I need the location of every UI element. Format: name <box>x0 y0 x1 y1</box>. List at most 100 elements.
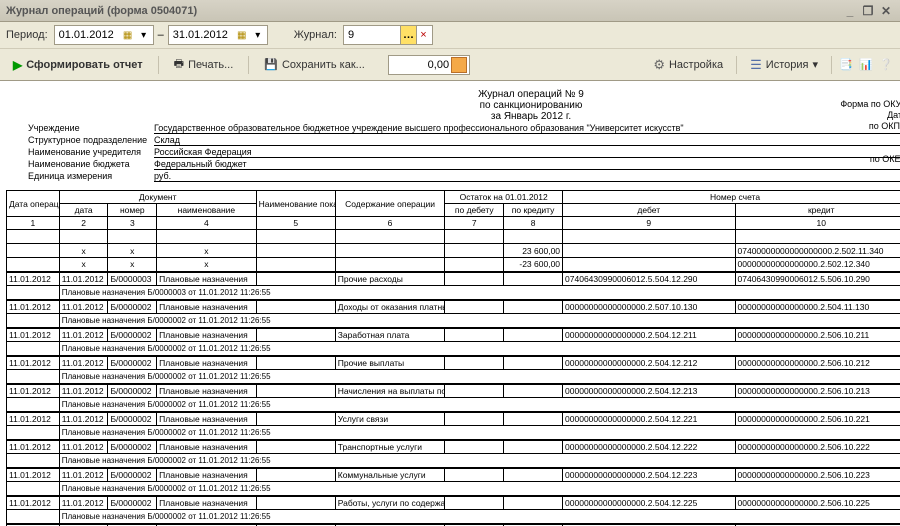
print-label: Печать... <box>188 59 233 71</box>
table-cell: Б/0000002 <box>108 496 157 510</box>
dropdown-icon[interactable]: ▾ <box>137 28 151 42</box>
journal-input[interactable] <box>346 29 398 41</box>
table-cell: Плановые назначения <box>157 300 256 314</box>
table-cell: 07400000000000000000.2.502.11.340 <box>735 244 900 258</box>
calendar-icon[interactable]: ▦ <box>235 28 249 42</box>
table-cell <box>445 230 504 244</box>
date-to-input[interactable] <box>171 29 233 41</box>
table-cell: 11.01.2012 <box>59 412 108 426</box>
table-cell <box>7 370 60 384</box>
calendar-icon[interactable]: ▦ <box>121 28 135 42</box>
col-doc-name: наименование <box>157 204 256 217</box>
table-cell: Транспортные услуги <box>335 440 445 454</box>
save-as-button[interactable]: 💾 Сохранить как... <box>257 55 372 74</box>
table-cell: x <box>59 258 108 272</box>
date-to-field[interactable]: ▦ ▾ <box>168 25 268 45</box>
journal-field[interactable]: … × <box>343 25 433 45</box>
table-cell <box>445 244 504 258</box>
table-cell <box>7 454 60 468</box>
ellipsis-button[interactable]: … <box>400 26 416 44</box>
minimize-button[interactable]: _ <box>842 4 858 18</box>
settings-label: Настройка <box>669 59 723 71</box>
col-document: Документ <box>59 191 256 204</box>
dropdown-icon[interactable]: ▾ <box>251 28 265 42</box>
close-button[interactable]: ✕ <box>878 4 894 18</box>
table-cell <box>504 230 563 244</box>
table-cell: Плановые назначения Б/0000002 от 11.01.2… <box>59 342 900 356</box>
table-cell: 00000000000000000.2.504.12.211 <box>563 328 735 342</box>
table-cell <box>256 300 335 314</box>
col-num: 3 <box>108 217 157 230</box>
table-cell: 11.01.2012 <box>59 272 108 286</box>
table-cell <box>7 258 60 272</box>
amount-input[interactable] <box>391 59 451 71</box>
calculator-icon[interactable] <box>451 57 467 73</box>
table-cell <box>504 384 563 398</box>
period-label: Период: <box>6 29 48 41</box>
clear-button[interactable]: × <box>416 26 430 44</box>
table-cell <box>335 244 445 258</box>
table-row: Плановые назначения Б/0000002 от 11.01.2… <box>7 370 900 384</box>
org-label-1: Учреждение <box>28 123 148 134</box>
okud-label: Форма по ОКУД <box>838 99 900 110</box>
col-acc-debit: дебет <box>563 204 735 217</box>
table-cell: -23 600,00 <box>504 258 563 272</box>
date-from-field[interactable]: ▦ ▾ <box>54 25 154 45</box>
table-cell <box>157 230 256 244</box>
col-num: 8 <box>504 217 563 230</box>
maximize-button[interactable]: ❐ <box>860 4 876 18</box>
tool-icon-2[interactable]: 📊 <box>858 57 874 73</box>
table-cell: 11.01.2012 <box>59 356 108 370</box>
table-cell: Плановые назначения Б/0000003 от 11.01.2… <box>59 286 900 300</box>
table-cell: Плановые назначения <box>157 412 256 426</box>
table-cell: 00000000000000000.2.506.10.225 <box>735 496 900 510</box>
settings-button[interactable]: ⚙ Настройка <box>646 54 730 76</box>
amount-field[interactable] <box>388 55 470 75</box>
table-cell: Плановые назначения <box>157 328 256 342</box>
table-cell: 00000000000000000.2.502.12.340 <box>735 258 900 272</box>
col-account: Номер счета <box>563 191 900 204</box>
table-cell <box>445 356 504 370</box>
table-cell: 07406430990006012.5.504.12.290 <box>563 272 735 286</box>
operations-table: Дата операции Документ Наименование пока… <box>6 190 900 526</box>
table-cell <box>256 356 335 370</box>
table-cell: 11.01.2012 <box>7 328 60 342</box>
org-value-2: Склад <box>154 135 900 146</box>
col-acc-credit: кредит <box>735 204 900 217</box>
print-button[interactable]: 🖶 Печать... <box>167 52 241 77</box>
help-icon[interactable]: ❔ <box>878 57 894 73</box>
date-from-input[interactable] <box>57 29 119 41</box>
printer-icon: 🖶 <box>174 55 184 74</box>
table-cell: 00000000000000000.2.504.12.213 <box>563 384 735 398</box>
org-label-2: Структурное подразделение <box>28 135 148 146</box>
history-button[interactable]: ☰ История ▾ <box>743 54 825 76</box>
table-cell <box>7 314 60 328</box>
table-cell: 11.01.2012 <box>59 328 108 342</box>
report-title-1: Журнал операций № 9 <box>28 89 900 100</box>
col-balance: Остаток на 01.01.2012 <box>445 191 563 204</box>
table-cell: 11.01.2012 <box>59 300 108 314</box>
table-cell <box>7 230 60 244</box>
table-cell <box>445 328 504 342</box>
table-cell: 11.01.2012 <box>7 496 60 510</box>
table-row: Плановые назначения Б/0000003 от 11.01.2… <box>7 286 900 300</box>
table-cell <box>7 342 60 356</box>
table-cell: Б/0000002 <box>108 300 157 314</box>
table-header: Дата операции Документ Наименование пока… <box>7 191 900 230</box>
table-row: xxx-23 600,0000000000000000000.2.502.12.… <box>7 258 900 272</box>
form-report-button[interactable]: ▶ Сформировать отчет <box>6 55 150 75</box>
table-cell <box>735 230 900 244</box>
table-cell <box>256 468 335 482</box>
table-cell: Плановые назначения <box>157 272 256 286</box>
col-num: 9 <box>563 217 735 230</box>
table-row: 11.01.201211.01.2012Б/0000002Плановые на… <box>7 496 900 510</box>
table-cell: 11.01.2012 <box>7 440 60 454</box>
table-cell <box>445 384 504 398</box>
table-cell <box>504 412 563 426</box>
report-viewport[interactable]: Журнал операций № 9 по санкционированию … <box>0 81 900 526</box>
table-cell: Заработная плата <box>335 328 445 342</box>
tool-icon-1[interactable]: 📑 <box>838 57 854 73</box>
table-cell <box>7 244 60 258</box>
table-cell: Б/0000002 <box>108 384 157 398</box>
table-row: 11.01.201211.01.2012Б/0000002Плановые на… <box>7 412 900 426</box>
